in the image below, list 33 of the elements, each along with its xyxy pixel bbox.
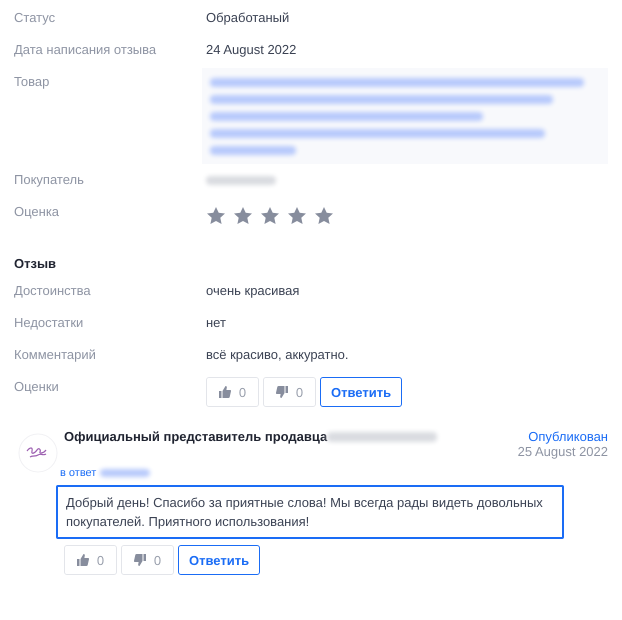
blurred-buyer-name (100, 469, 150, 477)
field-label: Дата написания отзыва (14, 41, 158, 59)
field-label: Комментарий (14, 346, 97, 364)
section-title: Отзыв (14, 256, 58, 271)
dislike-button[interactable]: 0 (121, 545, 174, 575)
field-label: Оценка (14, 203, 60, 221)
field-label: Статус (14, 9, 56, 27)
seller-logo-icon (18, 433, 58, 473)
thumbs-down-icon (134, 554, 146, 566)
field-label: Достоинства (14, 282, 92, 300)
like-button[interactable]: 0 (206, 377, 259, 407)
field-label: Товар (14, 73, 50, 91)
author-name: Официальный представитель продавца (64, 429, 328, 444)
thumbs-up-icon (76, 554, 89, 566)
field-value: Обработаный (206, 10, 290, 25)
publish-status: Опубликован (528, 429, 608, 444)
field-value: всё красиво, аккуратно. (206, 347, 348, 362)
blurred-buyer-name (206, 176, 276, 185)
reply-button[interactable]: Ответить (178, 545, 260, 575)
field-value: нет (206, 315, 226, 330)
reply-text: Добрый день! Спасибо за приятные слова! Мы всегда рады видеть довольных покупателей. Приятного использования! (56, 485, 564, 539)
field-label: Оценки (14, 378, 60, 396)
thumbs-up-icon (218, 386, 231, 398)
field-label: Покупатель (14, 171, 85, 189)
field-value: 24 August 2022 (206, 42, 296, 57)
reply-button[interactable]: Ответить (320, 377, 402, 407)
field-value: очень красивая (206, 283, 300, 298)
dislike-button[interactable]: 0 (263, 377, 316, 407)
field-label: Недостатки (14, 314, 84, 332)
reply-to-label: в ответ (60, 467, 96, 479)
publish-date: 25 August 2022 (518, 444, 608, 459)
thumbs-down-icon (276, 386, 288, 398)
like-button[interactable]: 0 (64, 545, 117, 575)
